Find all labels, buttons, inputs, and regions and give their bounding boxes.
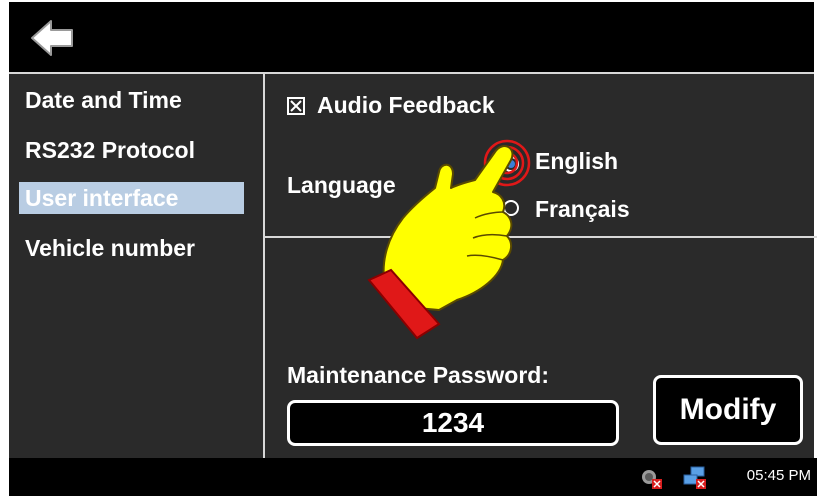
francais-option-label[interactable]: Français — [535, 196, 630, 223]
sidebar-item-vehicle-number[interactable]: Vehicle number — [19, 232, 201, 264]
device-screen: Date and Time RS232 Protocol User interf… — [0, 0, 817, 496]
maintenance-password-label: Maintenance Password: — [287, 362, 550, 388]
modify-button[interactable]: Modify — [653, 375, 803, 445]
language-label: Language — [287, 172, 396, 198]
top-bar — [9, 2, 814, 72]
back-arrow-icon — [31, 20, 73, 56]
checkbox-checked-icon — [287, 97, 305, 115]
back-button[interactable] — [29, 18, 75, 58]
sidebar-item-date-and-time[interactable]: Date and Time — [19, 84, 188, 116]
settings-sidebar: Date and Time RS232 Protocol User interf… — [9, 74, 263, 458]
volume-muted-icon[interactable] — [639, 466, 663, 490]
taskbar: 05:45 PM — [9, 458, 817, 496]
english-option-label[interactable]: English — [535, 148, 618, 175]
radio-english[interactable] — [503, 156, 519, 172]
radio-francais[interactable] — [503, 200, 519, 216]
network-disconnected-icon[interactable] — [683, 466, 707, 490]
sidebar-item-user-interface[interactable]: User interface — [19, 182, 244, 214]
maintenance-password-field[interactable]: 1234 — [287, 400, 619, 446]
screen-frame-left — [0, 0, 9, 496]
user-interface-panel: Audio Feedback Language English Français… — [265, 74, 814, 458]
taskbar-clock[interactable]: 05:45 PM — [747, 467, 811, 484]
audio-feedback-label: Audio Feedback — [317, 92, 495, 118]
sidebar-item-rs232-protocol[interactable]: RS232 Protocol — [19, 134, 201, 166]
